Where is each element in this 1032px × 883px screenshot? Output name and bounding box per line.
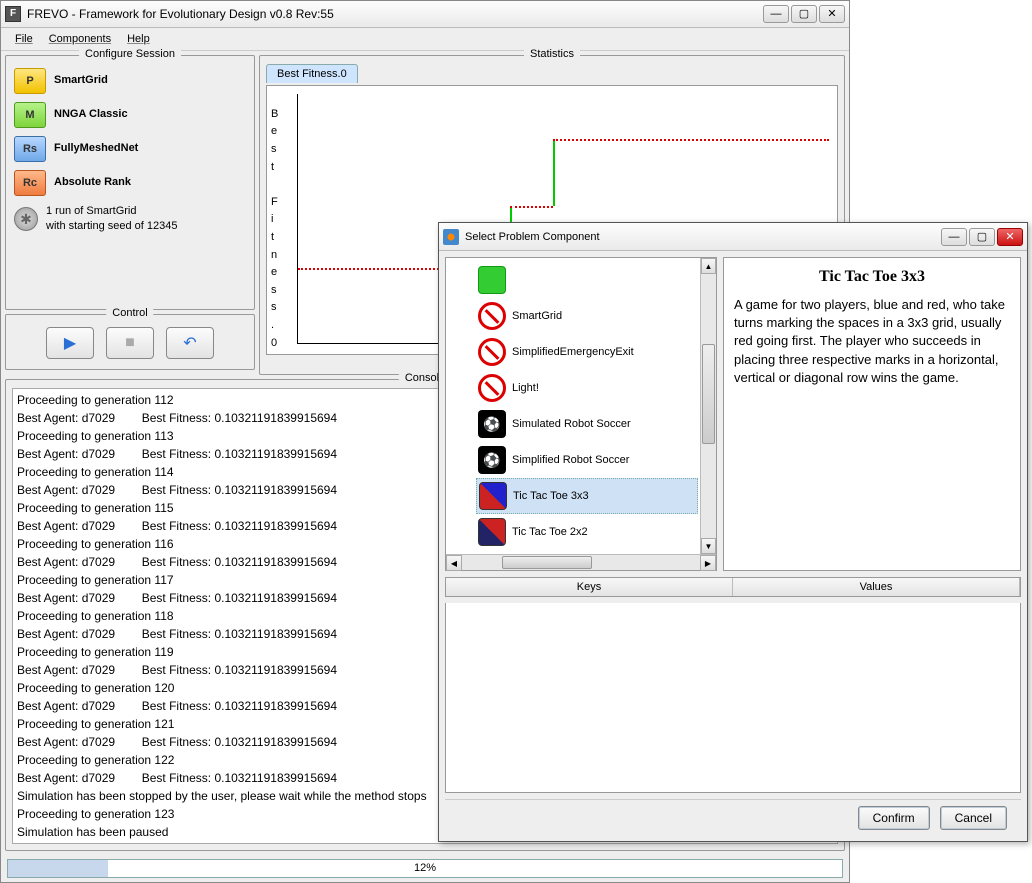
folder-icon: P	[14, 68, 46, 94]
close-button[interactable]: ✕	[819, 5, 845, 23]
scroll-down-icon[interactable]: ▼	[701, 538, 716, 554]
tree-vscrollbar[interactable]: ▲ ▼	[700, 258, 716, 554]
configure-session-legend: Configure Session	[79, 48, 181, 60]
statistics-legend: Statistics	[524, 48, 580, 60]
titlebar: F FREVO - Framework for Evolutionary Des…	[1, 1, 849, 28]
menu-components[interactable]: Components	[43, 30, 117, 48]
dialog-title: Select Problem Component	[465, 231, 941, 243]
problem-tree: SmartGrid SimplifiedEmergencyExit Light!…	[445, 257, 717, 571]
tree-item-label: Simulated Robot Soccer	[512, 418, 631, 430]
green-icon	[478, 266, 506, 294]
tree-item[interactable]: Tic Tac Toe 2x2	[476, 514, 698, 550]
tree-item-label: SmartGrid	[512, 310, 562, 322]
cancel-button[interactable]: Cancel	[940, 806, 1007, 830]
config-label: SmartGrid	[54, 73, 108, 88]
window-title: FREVO - Framework for Evolutionary Desig…	[27, 7, 763, 21]
dialog-titlebar: Select Problem Component — ▢ ✕	[439, 223, 1027, 251]
folder-icon: M	[14, 102, 46, 128]
ttt-icon	[479, 482, 507, 510]
control-panel: Control ▶ ■ ↶	[5, 314, 255, 370]
tree-item-label: Tic Tac Toe 3x3	[513, 490, 589, 502]
tree-item[interactable]: ⚽ Simulated Robot Soccer	[476, 406, 698, 442]
kv-body	[445, 603, 1021, 793]
noentry-icon	[478, 374, 506, 402]
progress-bar: 12%	[7, 859, 843, 878]
tree-item[interactable]: SimplifiedEmergencyExit	[476, 334, 698, 370]
maximize-button[interactable]: ▢	[791, 5, 817, 23]
dialog-maximize-button[interactable]: ▢	[969, 228, 995, 246]
tree-item[interactable]: Light!	[476, 370, 698, 406]
config-label: Absolute Rank	[54, 175, 131, 190]
control-legend: Control	[106, 307, 153, 319]
kv-header: Keys Values	[445, 577, 1021, 597]
kv-values-header: Values	[733, 578, 1020, 596]
noentry-icon	[478, 338, 506, 366]
undo-button[interactable]: ↶	[166, 327, 214, 359]
config-item[interactable]: P SmartGrid	[12, 64, 248, 98]
config-label: FullyMeshedNet	[54, 141, 138, 156]
tree-item[interactable]: SmartGrid	[476, 298, 698, 334]
minimize-button[interactable]: —	[763, 5, 789, 23]
tree-item-label: Tic Tac Toe 2x2	[512, 526, 588, 538]
scroll-up-icon[interactable]: ▲	[701, 258, 716, 274]
dialog-minimize-button[interactable]: —	[941, 228, 967, 246]
soccer-icon: ⚽	[478, 446, 506, 474]
description-pane: Tic Tac Toe 3x3 A game for two players, …	[723, 257, 1021, 571]
hscroll-thumb[interactable]	[502, 556, 592, 569]
kv-keys-header: Keys	[446, 578, 733, 596]
configure-session-panel: Configure Session P SmartGrid M NNGA Cla…	[5, 55, 255, 310]
folder-icon: Rc	[14, 170, 46, 196]
confirm-button[interactable]: Confirm	[858, 806, 930, 830]
config-label: NNGA Classic	[54, 107, 128, 122]
select-problem-dialog: Select Problem Component — ▢ ✕ SmartGrid…	[438, 222, 1028, 842]
soccer-icon: ⚽	[478, 410, 506, 438]
noentry-icon	[478, 302, 506, 330]
chart-ylabel: BestFitness.0	[271, 106, 278, 352]
dialog-close-button[interactable]: ✕	[997, 228, 1023, 246]
ttt2-icon	[478, 518, 506, 546]
progress-text: 12%	[8, 860, 842, 877]
scroll-thumb[interactable]	[702, 344, 715, 444]
tree-item-label: SimplifiedEmergencyExit	[512, 346, 634, 358]
scroll-left-icon[interactable]: ◀	[446, 555, 462, 571]
menu-file[interactable]: File	[9, 30, 39, 48]
scroll-right-icon[interactable]: ▶	[700, 555, 716, 571]
config-item[interactable]: Rs FullyMeshedNet	[12, 132, 248, 166]
tree-item[interactable]: ⚽ Simplified Robot Soccer	[476, 442, 698, 478]
config-item[interactable]: M NNGA Classic	[12, 98, 248, 132]
tree-item[interactable]: Tic Tac Toe 3x3	[476, 478, 698, 514]
java-icon	[443, 229, 459, 245]
tree-item-label: Simplified Robot Soccer	[512, 454, 629, 466]
description-body: A game for two players, blue and red, wh…	[734, 296, 1010, 387]
menu-help[interactable]: Help	[121, 30, 156, 48]
description-title: Tic Tac Toe 3x3	[734, 268, 1010, 286]
config-item[interactable]: Rc Absolute Rank	[12, 166, 248, 200]
play-button[interactable]: ▶	[46, 327, 94, 359]
folder-icon: Rs	[14, 136, 46, 162]
tab-best-fitness[interactable]: Best Fitness.0	[266, 64, 358, 83]
tree-item[interactable]	[476, 262, 698, 298]
stop-button[interactable]: ■	[106, 327, 154, 359]
gear-icon	[14, 207, 38, 231]
run-info: 1 run of SmartGrid with starting seed of…	[12, 200, 248, 239]
tree-hscrollbar[interactable]: ◀ ▶	[446, 554, 716, 570]
app-icon: F	[5, 6, 21, 22]
tree-item-label: Light!	[512, 382, 539, 394]
